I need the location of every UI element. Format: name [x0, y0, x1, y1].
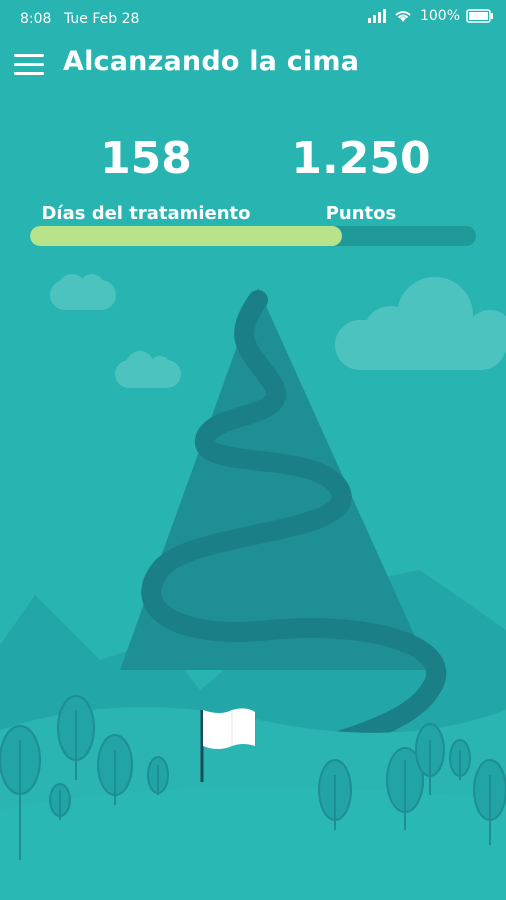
mountain-illustration: [0, 274, 506, 900]
status-date: Tue Feb 28: [64, 11, 140, 27]
cloud-icon-large: [335, 277, 506, 370]
progress-fill: [30, 226, 343, 246]
status-time: 8:08: [20, 11, 52, 27]
status-bar: 8:08 Tue Feb 28 100%: [0, 0, 506, 38]
page-title: Alcanzando la cima: [63, 46, 360, 77]
status-icons: 100%: [367, 8, 494, 24]
hamburger-icon: [14, 54, 44, 57]
progress-bar: [30, 226, 476, 246]
days-value: 158: [100, 133, 192, 184]
cloud-icon: [50, 274, 116, 310]
app-header: Alcanzando la cima: [0, 40, 506, 90]
points-stat: 1.250 Puntos: [270, 133, 452, 225]
signal-icon: [367, 9, 386, 23]
days-label: Días del tratamiento: [41, 203, 251, 224]
battery-percent: 100%: [419, 8, 460, 24]
days-stat: 158 Días del tratamiento: [30, 133, 262, 225]
points-label: Puntos: [325, 203, 397, 224]
hill-bottom: [0, 787, 506, 900]
wifi-icon: [395, 11, 411, 22]
points-value: 1.250: [291, 133, 431, 184]
battery-icon: [466, 9, 493, 23]
cloud-icon-small: [115, 351, 181, 388]
menu-button[interactable]: [12, 50, 46, 80]
